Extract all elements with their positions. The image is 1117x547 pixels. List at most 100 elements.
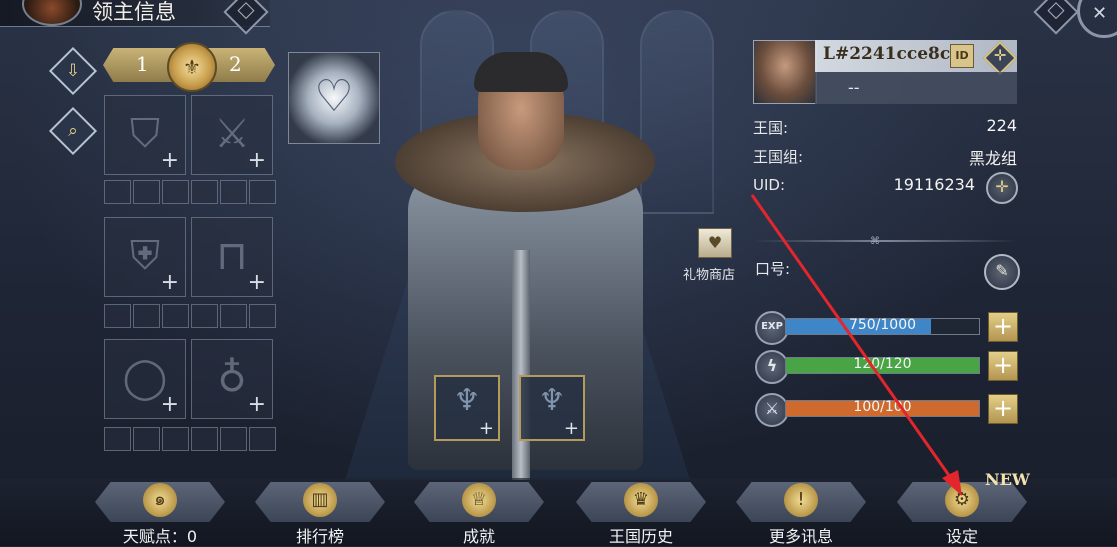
plus-icon: ✛ (993, 46, 1007, 65)
stamina-bar: 120/120 (785, 356, 980, 374)
winged-sword-icon: ♆ (538, 383, 566, 418)
avatar[interactable] (753, 40, 817, 104)
new-badge: NEW (985, 470, 1030, 489)
background-window (640, 10, 714, 214)
plus-icon: + (992, 394, 1014, 422)
gem-slot[interactable] (249, 180, 276, 204)
plus-icon: + (160, 148, 179, 173)
gem-slot[interactable] (162, 180, 189, 204)
kingdom-label: 王国: (753, 119, 789, 137)
gem-row (191, 427, 276, 451)
copy-uid-button[interactable]: ✛ (986, 172, 1018, 204)
gift-box-icon: ♥ (698, 228, 732, 258)
gem-row (191, 180, 276, 204)
nav-kingdom-history[interactable]: ♛ 王国历史 (566, 480, 716, 546)
gift-shop-button[interactable]: ♥ (694, 220, 734, 260)
knight-sword (512, 250, 530, 480)
plus-icon: + (247, 270, 266, 295)
necklace-slot[interactable]: ♁ + (191, 339, 273, 419)
gem-slot[interactable] (133, 427, 160, 451)
knot-ornament-icon: ⌘ (870, 236, 880, 247)
gem-slot[interactable] (162, 304, 189, 328)
lord-info-screen: 领主信息 ✕ ⇩ ⌕ 1 2 ⚜ ⛉ + ⚔ + ⛨ + ⊓ + ◯ + ♁ +… (0, 0, 1117, 546)
gem-slot[interactable] (133, 304, 160, 328)
nav-more-info-label: 更多讯息 (768, 527, 833, 546)
gem-slot[interactable] (162, 427, 189, 451)
nav-ranking-label: 排行榜 (295, 527, 344, 546)
avatar-frame-slot[interactable]: ♡ (288, 52, 380, 144)
gem-slot[interactable] (104, 180, 131, 204)
gem-slot[interactable] (191, 180, 218, 204)
rune-slot-right[interactable]: ♆ + (519, 375, 585, 441)
weapon-slot[interactable]: ⚔ + (191, 95, 273, 175)
armor-slot[interactable]: ⛨ + (104, 217, 186, 297)
lightning-icon: ϟ (755, 350, 789, 384)
heart-shield-icon: ♡ (314, 71, 354, 122)
loadout-2[interactable]: 2 (229, 52, 242, 76)
gift-shop-label[interactable]: 礼物商店 (683, 264, 735, 283)
nav-more-info[interactable]: ! 更多讯息 (726, 480, 876, 546)
gem-slot[interactable] (191, 304, 218, 328)
gem-slot[interactable] (220, 427, 247, 451)
scroll-icon: ! (784, 483, 818, 517)
quill-icon: ✎ (995, 261, 1009, 280)
slogan-label: 口号: (755, 260, 791, 278)
battle-bar: 100/100 (785, 399, 980, 417)
add-stamina-button[interactable]: + (988, 351, 1018, 381)
nav-achievements[interactable]: ♕ 成就 (404, 480, 554, 546)
copy-icon: ✛ (995, 177, 1009, 196)
page-title: 领主信息 (92, 0, 176, 24)
inspect-button[interactable]: ⌕ (48, 106, 98, 156)
boots-slot[interactable]: ⊓ + (191, 217, 273, 297)
winged-sword-icon: ♆ (453, 383, 481, 418)
nav-settings[interactable]: ⚙ 设定 (887, 480, 1037, 546)
close-icon: ✕ (1092, 3, 1108, 24)
gem-slot[interactable] (133, 180, 160, 204)
gem-slot[interactable] (249, 304, 276, 328)
loadout-1[interactable]: 1 (136, 52, 149, 76)
battle-text: 100/100 (853, 399, 912, 415)
divider (753, 240, 1017, 242)
add-exp-button[interactable]: + (988, 312, 1018, 342)
exp-text: 750/1000 (848, 317, 917, 333)
magnifier-icon: ⌕ (68, 121, 78, 141)
stamina-text: 120/120 (853, 356, 912, 372)
gem-slot[interactable] (104, 304, 131, 328)
nav-settings-label: 设定 (945, 527, 978, 546)
uid-value: 19116234 (893, 175, 975, 194)
nav-talent-label: 天赋点：0 (122, 527, 198, 546)
gem-slot[interactable] (249, 427, 276, 451)
rune-slot-left[interactable]: ♆ + (434, 375, 500, 441)
nav-history-label: 王国历史 (608, 527, 673, 546)
plus-icon: + (478, 418, 494, 439)
close-button[interactable]: ✕ (1077, 0, 1117, 38)
title-bar (815, 72, 1017, 104)
ring-slot[interactable]: ◯ + (104, 339, 186, 419)
id-card-icon[interactable]: ID (950, 44, 974, 68)
knight-hair (474, 52, 568, 92)
gem-slot[interactable] (220, 180, 247, 204)
auto-equip-button[interactable]: ⇩ (48, 46, 98, 96)
ranking-bars-icon: ▥ (303, 483, 337, 517)
gem-slot[interactable] (191, 427, 218, 451)
helmet-slot[interactable]: ⛉ + (104, 95, 186, 175)
plus-icon: + (160, 392, 179, 417)
nav-ranking[interactable]: ▥ 排行榜 (245, 480, 395, 546)
add-battle-button[interactable]: + (988, 394, 1018, 424)
plus-icon: + (247, 148, 266, 173)
nav-talent[interactable]: ๑ 天赋点：0 (85, 480, 235, 546)
gem-row (104, 427, 189, 451)
edit-slogan-button[interactable]: ✎ (984, 254, 1020, 290)
exp-icon: EXP (755, 311, 789, 345)
exp-bar: 750/1000 (785, 317, 980, 335)
talent-swirl-icon: ๑ (143, 483, 177, 517)
gem-slot[interactable] (220, 304, 247, 328)
nav-achievements-label: 成就 (462, 527, 495, 546)
plus-icon: + (160, 270, 179, 295)
kingdom-value: 224 (986, 116, 1017, 135)
plus-icon: + (992, 351, 1014, 379)
kingdom-group-label: 王国组: (753, 148, 804, 166)
gem-row (104, 304, 189, 328)
plus-icon: + (247, 392, 266, 417)
gem-slot[interactable] (104, 427, 131, 451)
